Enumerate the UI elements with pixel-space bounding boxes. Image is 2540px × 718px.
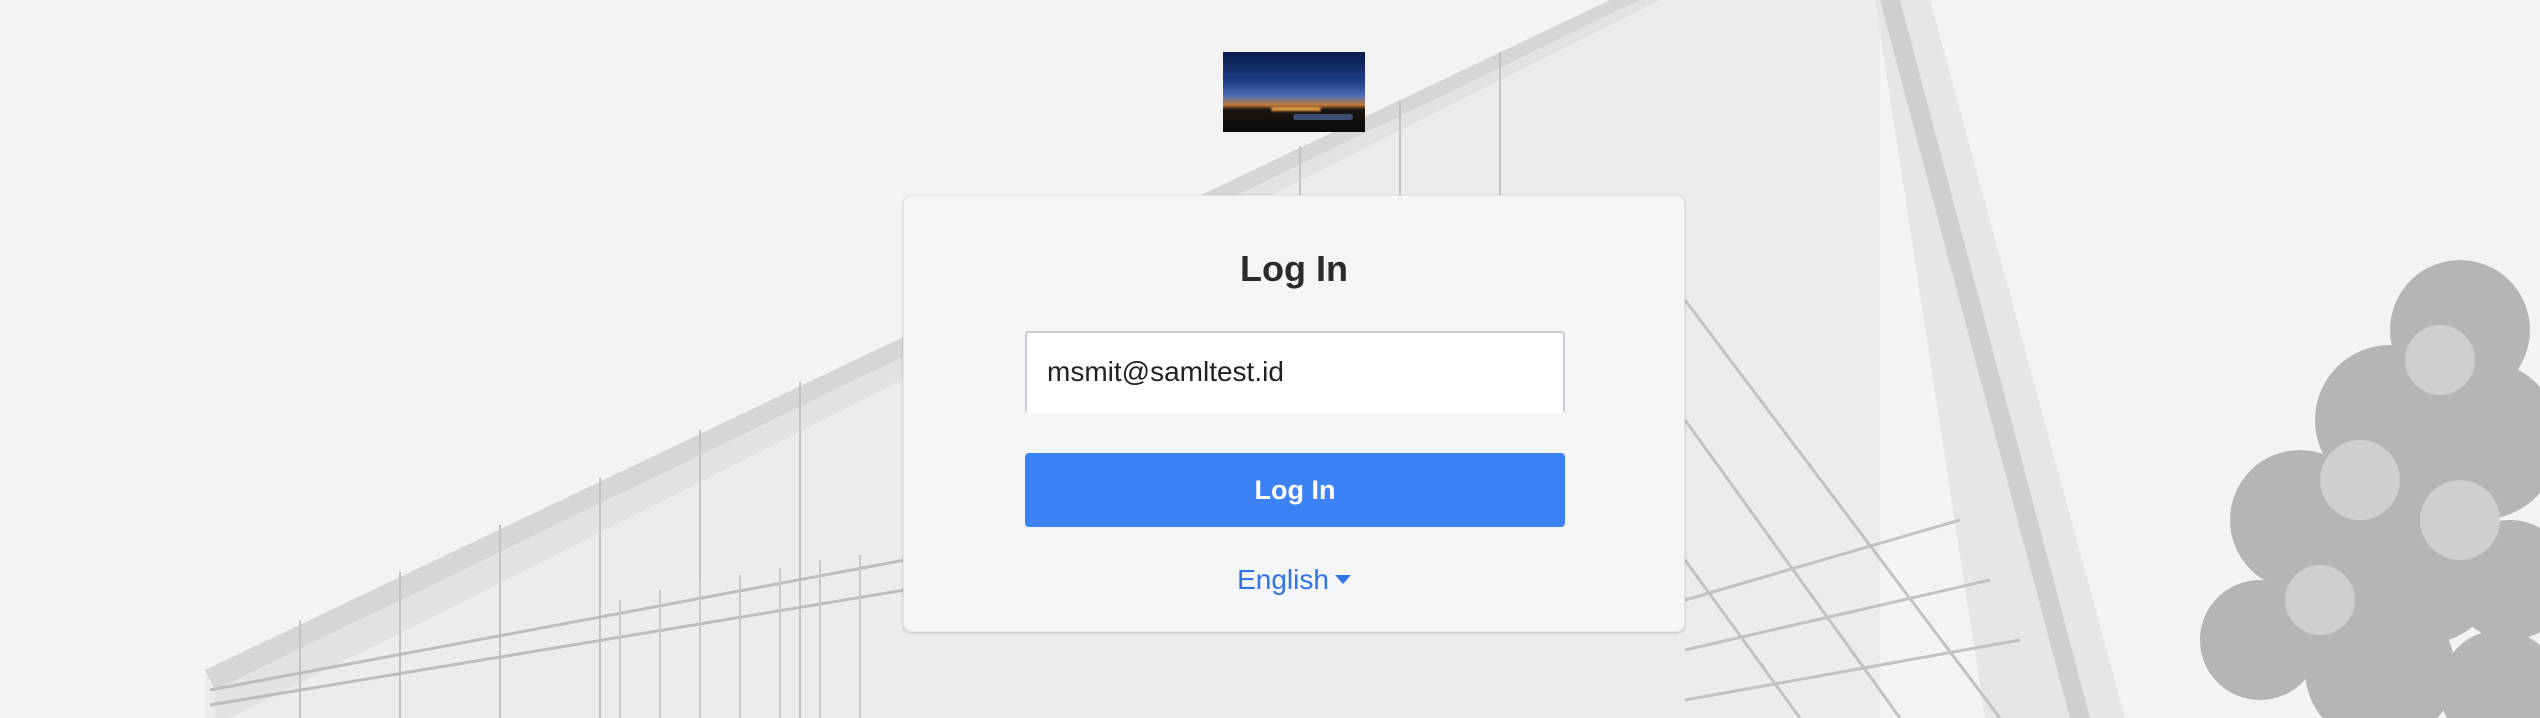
caret-down-icon [1334,575,1351,585]
logo-image [1223,52,1365,132]
email-field[interactable]: msmit@samltest.id [1025,331,1565,413]
logo-water [1293,114,1353,120]
language-label: English [1237,564,1329,595]
logo-horizon-glow [1271,107,1321,111]
language-selector[interactable]: English [904,564,1684,596]
page-title: Log In [1240,248,1348,289]
login-card: Log In msmit@samltest.id Log In English [903,195,1685,632]
login-button[interactable]: Log In [1025,453,1565,527]
email-value: msmit@samltest.id [1047,356,1284,387]
